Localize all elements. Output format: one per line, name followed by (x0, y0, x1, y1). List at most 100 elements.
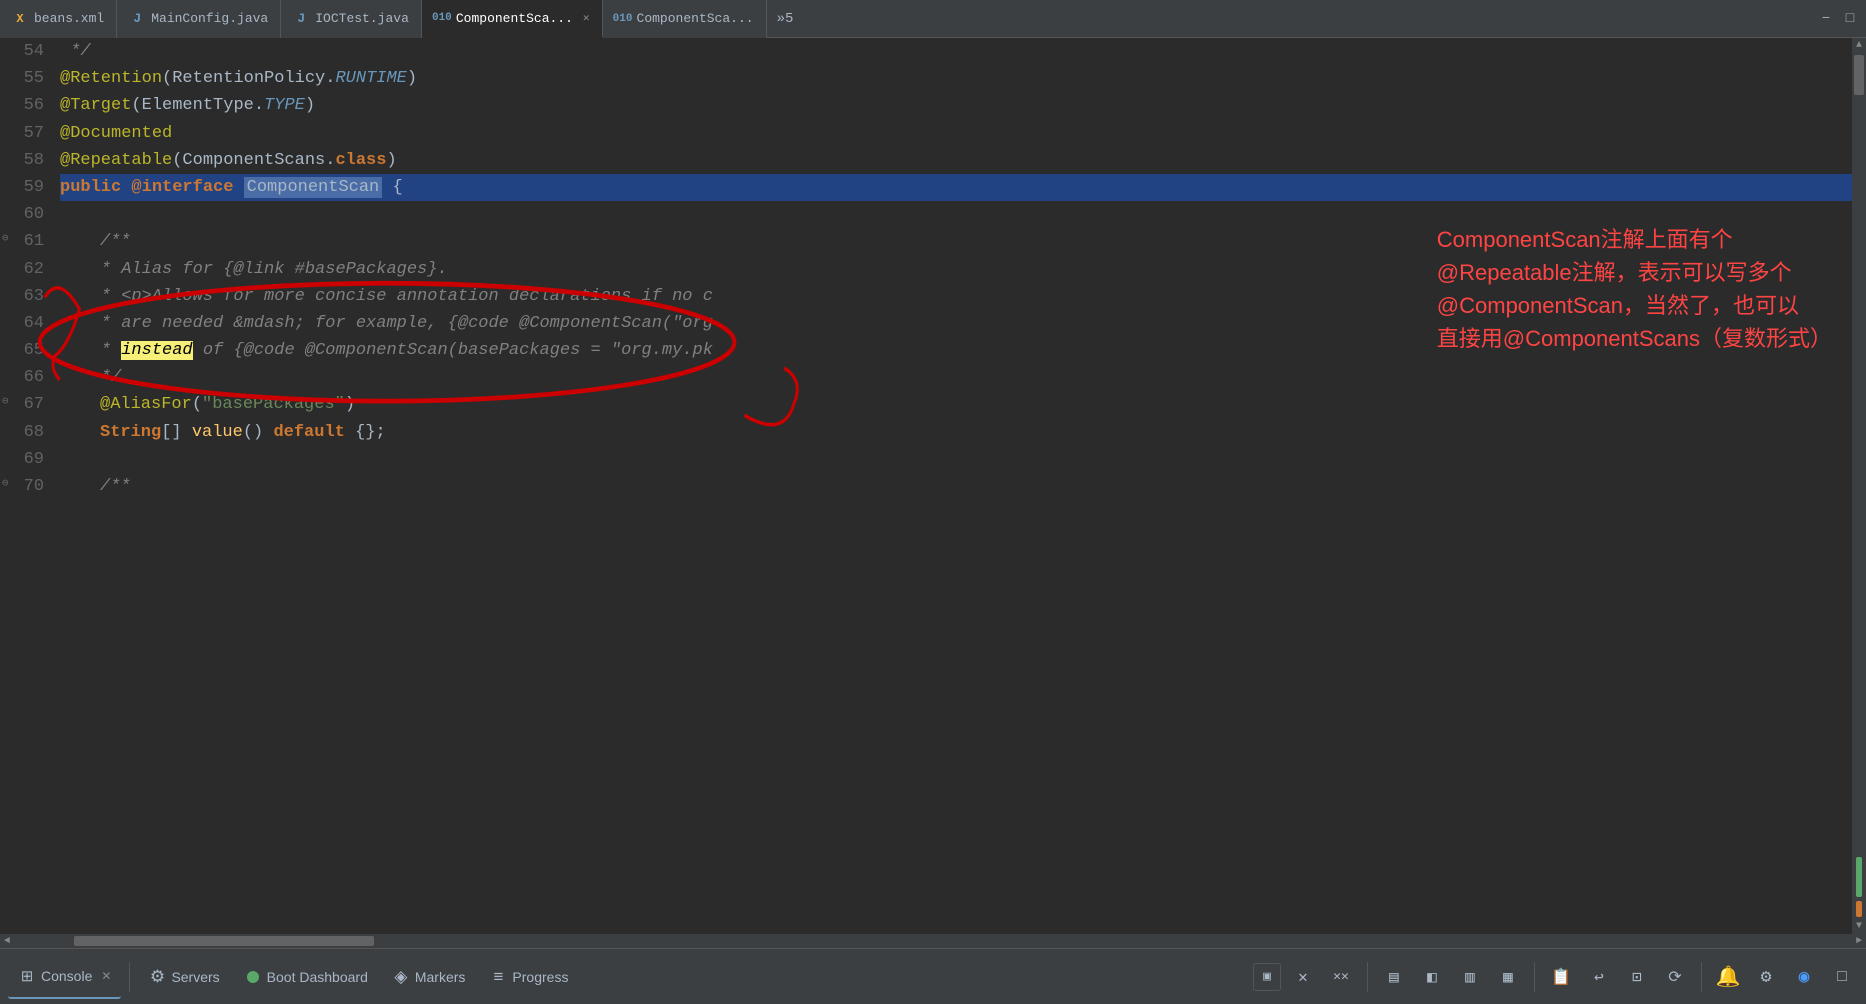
boot-dashboard-label: Boot Dashboard (267, 969, 368, 985)
code-line-58: 58 @Repeatable(ComponentScans.class) (0, 147, 1852, 174)
minimize-button[interactable]: − (1818, 11, 1834, 27)
code-line-59: 59 public @interface ComponentScan { (0, 174, 1852, 201)
scroll-up-arrow[interactable]: ▲ (1852, 38, 1866, 53)
line-number: 56 (0, 92, 60, 119)
divider-4 (1701, 962, 1702, 992)
line-number: 62 (0, 256, 60, 283)
line-content: @Target(ElementType.TYPE) (60, 92, 1852, 119)
line-number: 60 (0, 201, 60, 228)
window-controls: − □ (1818, 11, 1866, 27)
vertical-scrollbar[interactable]: ▲ ▼ (1852, 38, 1866, 934)
console-action-btn-7[interactable]: ▦ (1492, 961, 1524, 993)
line-content: @AliasFor("basePackages") (60, 391, 1852, 418)
line-content: String[] value() default {}; (60, 419, 1852, 446)
console-action-btn-6[interactable]: ▥ (1454, 961, 1486, 993)
divider-1 (129, 962, 130, 992)
console-tab[interactable]: ⊞ Console ✕ (8, 955, 121, 999)
maximize-button[interactable]: □ (1842, 11, 1858, 27)
console-action-btn-1[interactable]: ▣ (1253, 963, 1281, 991)
tab-label-ioctest: IOCTest.java (315, 11, 409, 26)
editor-area: 54 */ 55 @Retention(RetentionPolicy.RUNT… (0, 38, 1866, 934)
console-action-btn-4[interactable]: ▤ (1378, 961, 1410, 993)
code-line-68: 68 String[] value() default {}; (0, 419, 1852, 446)
tab-ioctest-java[interactable]: J IOCTest.java (281, 0, 422, 38)
console-action-btn-8[interactable]: 📋 (1545, 961, 1577, 993)
line-number: 61⊖ (0, 228, 60, 255)
code-line-69: 69 (0, 446, 1852, 473)
markers-label: Markers (415, 969, 466, 985)
window-icon[interactable]: ◉ (1788, 961, 1820, 993)
boot-dashboard-tab[interactable]: Boot Dashboard (234, 955, 378, 999)
scroll-left-arrow[interactable]: ◄ (0, 936, 14, 947)
ioctest-icon: J (293, 11, 309, 27)
h-scrollbar-thumb[interactable] (74, 936, 374, 946)
tab-componentscan-active[interactable]: 010 ComponentSca... ✕ (422, 0, 603, 38)
line-number: 68 (0, 419, 60, 446)
settings-right-icon[interactable]: ⚙ (1750, 961, 1782, 993)
line-number: 63 (0, 283, 60, 310)
line-number: 58 (0, 147, 60, 174)
tab-bar: X beans.xml J MainConfig.java J IOCTest.… (0, 0, 1866, 38)
annotation-line-2: @Repeatable注解，表示可以写多个 (1437, 256, 1832, 289)
progress-tab[interactable]: ≡ Progress (479, 955, 578, 999)
console-action-btn-11[interactable]: ⟳ (1659, 961, 1691, 993)
scroll-indicator-orange (1856, 901, 1862, 917)
servers-tab[interactable]: ⚙ Servers (138, 955, 229, 999)
line-number: 64 (0, 310, 60, 337)
code-line-67: 67⊖ @AliasFor("basePackages") (0, 391, 1852, 418)
line-number: 54 (0, 38, 60, 65)
code-line-54: 54 */ (0, 38, 1852, 65)
console-action-btn-10[interactable]: ⊡ (1621, 961, 1653, 993)
line-number: 69 (0, 446, 60, 473)
tab-beans-xml[interactable]: X beans.xml (0, 0, 117, 38)
boot-dashboard-icon (244, 968, 262, 986)
tab-label-componentscan-active: ComponentSca... (456, 11, 573, 26)
line-content: */ (60, 364, 1852, 391)
code-line-56: 56 @Target(ElementType.TYPE) (0, 92, 1852, 119)
tab-mainconfig-java[interactable]: J MainConfig.java (117, 0, 281, 38)
horizontal-scrollbar[interactable]: ◄ ► (0, 934, 1866, 948)
componentscan-active-icon: 010 (434, 10, 450, 26)
console-close-icon[interactable]: ✕ (101, 969, 111, 983)
line-content: public @interface ComponentScan { (60, 174, 1852, 201)
mainconfig-icon: J (129, 11, 145, 27)
annotation-comment-box: ComponentScan注解上面有个 @Repeatable注解，表示可以写多… (1437, 223, 1832, 355)
scroll-down-arrow[interactable]: ▼ (1852, 919, 1866, 934)
maximize-right-icon[interactable]: □ (1826, 961, 1858, 993)
scroll-indicator-green (1856, 857, 1862, 897)
line-content: @Documented (60, 120, 1852, 147)
code-line-55: 55 @Retention(RetentionPolicy.RUNTIME) (0, 65, 1852, 92)
line-content: */ (60, 38, 1852, 65)
tab-componentscan-2[interactable]: 010 ComponentSca... (603, 0, 767, 38)
console-action-btn-9[interactable]: ↩ (1583, 961, 1615, 993)
console-label: Console (41, 968, 92, 984)
line-number: 70⊖ (0, 473, 60, 500)
annotation-line-4: 直接用@ComponentScans（复数形式） (1437, 322, 1832, 355)
notification-icon[interactable]: 🔔 (1712, 961, 1744, 993)
status-bar: ⊞ Console ✕ ⚙ Servers Boot Dashboard ◈ M… (0, 948, 1866, 1004)
tab-close-button[interactable]: ✕ (583, 11, 590, 25)
markers-tab[interactable]: ◈ Markers (382, 955, 476, 999)
line-content: @Repeatable(ComponentScans.class) (60, 147, 1852, 174)
code-line-57: 57 @Documented (0, 120, 1852, 147)
tab-overflow[interactable]: »5 (767, 11, 804, 27)
markers-icon: ◈ (392, 968, 410, 986)
code-editor[interactable]: 54 */ 55 @Retention(RetentionPolicy.RUNT… (0, 38, 1852, 934)
code-line-66: 66 */ (0, 364, 1852, 391)
divider-3 (1534, 962, 1535, 992)
line-number: 55 (0, 65, 60, 92)
progress-label: Progress (512, 969, 568, 985)
annotation-line-3: @ComponentScan，当然了，也可以 (1437, 289, 1832, 322)
divider-2 (1367, 962, 1368, 992)
console-action-btn-2[interactable]: ✕ (1287, 961, 1319, 993)
scroll-right-arrow[interactable]: ► (1852, 936, 1866, 947)
code-line-70: 70⊖ /** (0, 473, 1852, 500)
scrollbar-thumb[interactable] (1854, 55, 1864, 95)
line-number: 66 (0, 364, 60, 391)
tab-label-mainconfig: MainConfig.java (151, 11, 268, 26)
tab-label-componentscan2: ComponentSca... (637, 11, 754, 26)
progress-icon: ≡ (489, 968, 507, 986)
console-action-btn-5[interactable]: ◧ (1416, 961, 1448, 993)
console-action-btn-3[interactable]: ✕✕ (1325, 961, 1357, 993)
status-right-icons: ▣ ✕ ✕✕ ▤ ◧ ▥ ▦ 📋 ↩ ⊡ ⟳ 🔔 ⚙ ◉ □ (1253, 961, 1858, 993)
